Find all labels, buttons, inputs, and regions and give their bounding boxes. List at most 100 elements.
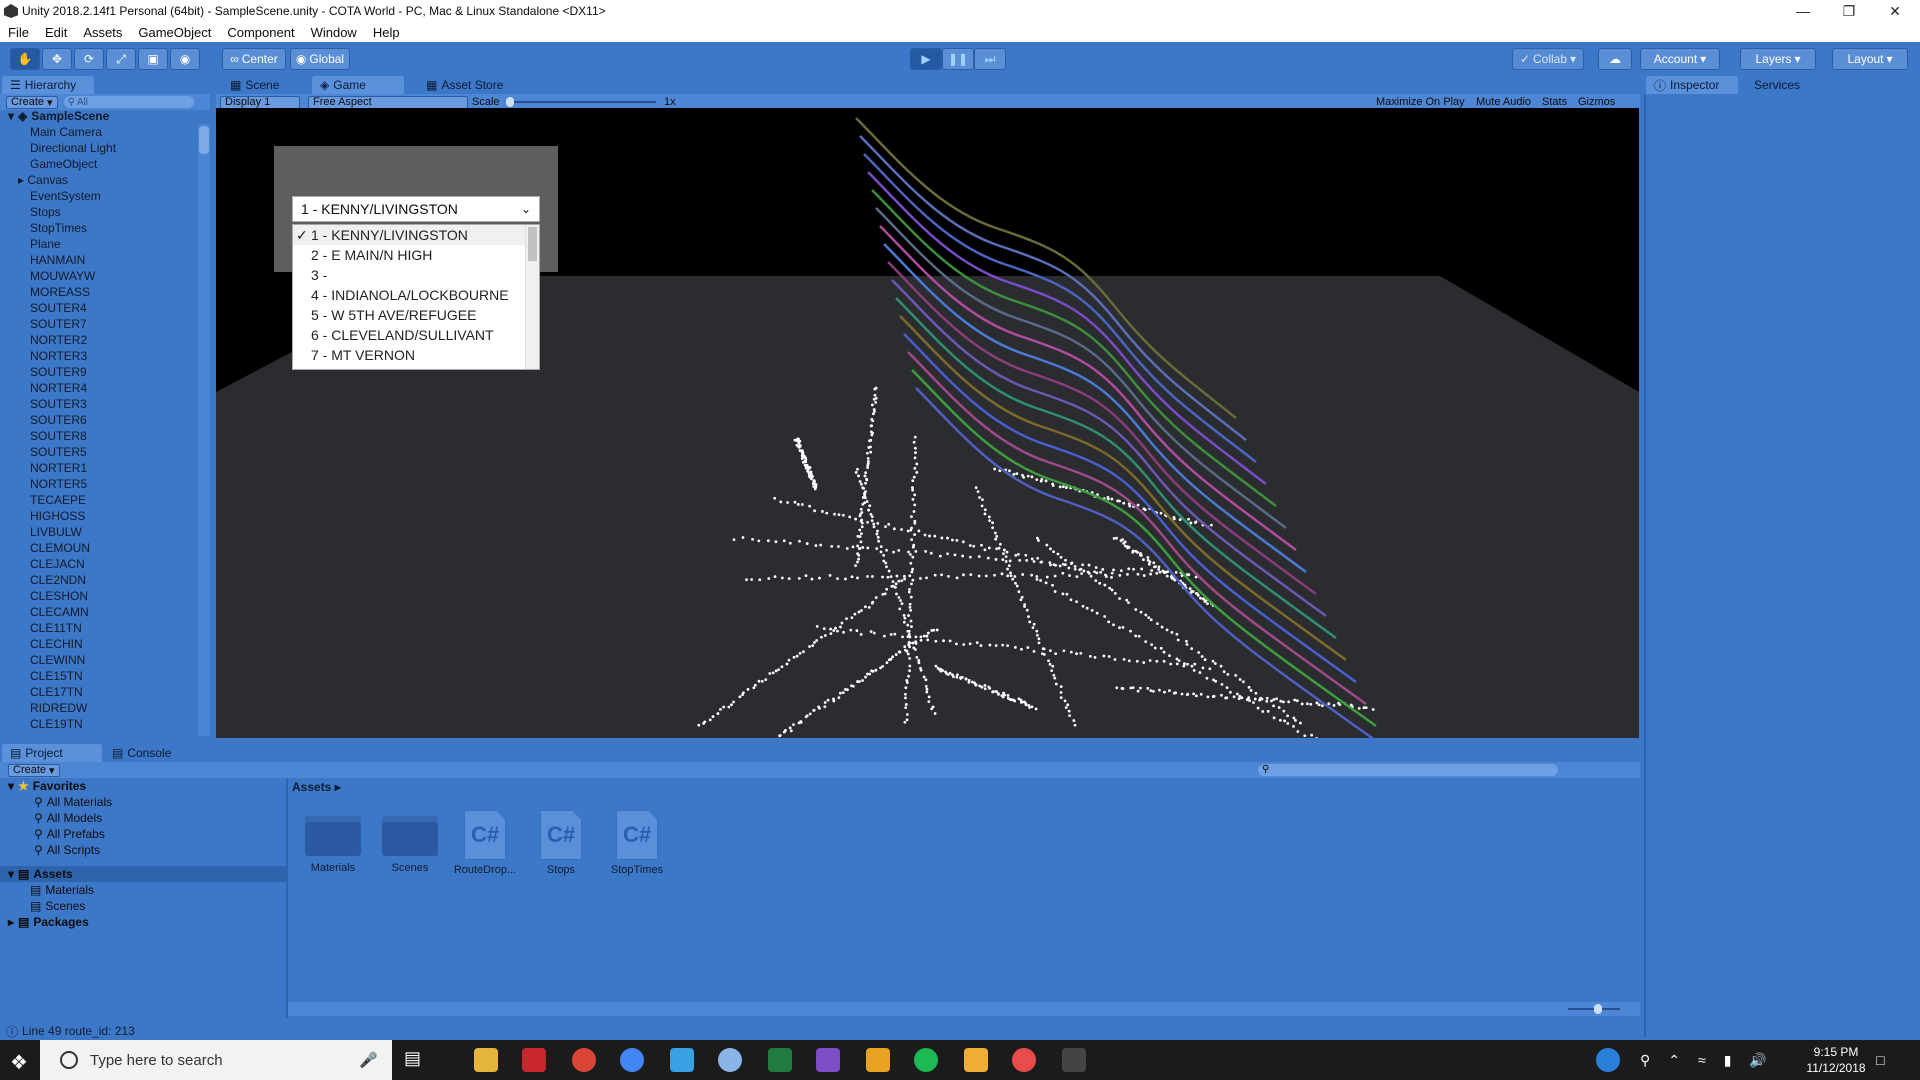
- hierarchy-item[interactable]: SOUTER8: [0, 428, 200, 444]
- maximize-button[interactable]: ❐: [1826, 0, 1872, 22]
- menu-gameobject[interactable]: GameObject: [130, 25, 219, 40]
- tab-services[interactable]: Services: [1746, 76, 1808, 94]
- scale-tool-button[interactable]: ⤢: [106, 48, 136, 70]
- taskbar-search-box[interactable]: Type here to search 🎤: [40, 1040, 392, 1080]
- pivot-global-toggle[interactable]: ◉ Global: [290, 48, 350, 70]
- tab-hierarchy[interactable]: ☰ Hierarchy: [2, 76, 94, 94]
- gizmos-dropdown[interactable]: Gizmos: [1578, 96, 1615, 108]
- hierarchy-item[interactable]: Plane: [0, 236, 200, 252]
- wifi-icon[interactable]: ≈: [1698, 1052, 1706, 1069]
- triangle-right-icon[interactable]: ▸: [18, 173, 27, 187]
- menu-component[interactable]: Component: [219, 25, 302, 40]
- asset-folder-row[interactable]: ▤ Scenes: [0, 898, 286, 914]
- breadcrumb[interactable]: Assets ▸: [292, 780, 341, 794]
- hierarchy-item[interactable]: SOUTER4: [0, 300, 200, 316]
- menu-window[interactable]: Window: [303, 25, 365, 40]
- chevron-up-icon[interactable]: ⌃: [1668, 1052, 1680, 1069]
- scale-slider[interactable]: [506, 97, 656, 107]
- asset-item[interactable]: Materials: [298, 816, 368, 874]
- icon-size-slider[interactable]: [1568, 1004, 1620, 1014]
- hierarchy-item[interactable]: SOUTER6: [0, 412, 200, 428]
- windows-start-button[interactable]: ❖: [10, 1050, 28, 1075]
- excel-icon[interactable]: [768, 1048, 792, 1072]
- sourcetree-icon[interactable]: [964, 1048, 988, 1072]
- hierarchy-item[interactable]: RIDREDW: [0, 700, 200, 716]
- menu-edit[interactable]: Edit: [37, 25, 75, 40]
- hierarchy-item[interactable]: CLE2NDN: [0, 572, 200, 588]
- hierarchy-item[interactable]: CLE19TN: [0, 716, 200, 732]
- asset-item[interactable]: C# RouteDrop...: [450, 810, 520, 876]
- hierarchy-item[interactable]: NORTER3: [0, 348, 200, 364]
- favorite-item[interactable]: ⚲ All Scripts: [0, 842, 286, 858]
- hierarchy-item[interactable]: NORTER4: [0, 380, 200, 396]
- hierarchy-item[interactable]: NORTER1: [0, 460, 200, 476]
- minimize-button[interactable]: —: [1780, 0, 1826, 22]
- visual-studio-icon[interactable]: [816, 1048, 840, 1072]
- hand-tool-button[interactable]: ✋: [10, 48, 40, 70]
- hierarchy-item[interactable]: Main Camera: [0, 124, 200, 140]
- hierarchy-item[interactable]: CLEJACN: [0, 556, 200, 572]
- app-orange-icon[interactable]: [866, 1048, 890, 1072]
- spotify-icon[interactable]: [914, 1048, 938, 1072]
- icon-size-slider-thumb[interactable]: [1594, 1004, 1602, 1014]
- project-create-button[interactable]: Create ▾: [8, 763, 60, 777]
- task-view-icon[interactable]: ▤: [404, 1048, 428, 1072]
- hierarchy-item[interactable]: GameObject: [0, 156, 200, 172]
- route-option[interactable]: ✓ 1 - KENNY/LIVINGSTON: [293, 225, 539, 245]
- hierarchy-item[interactable]: Directional Light: [0, 140, 200, 156]
- hierarchy-item[interactable]: CLE15TN: [0, 668, 200, 684]
- route-option[interactable]: 6 - CLEVELAND/SULLIVANT: [293, 325, 539, 345]
- favorite-item[interactable]: ⚲ All Prefabs: [0, 826, 286, 842]
- play-button[interactable]: ▶: [910, 48, 942, 70]
- tab-game[interactable]: ◈ Game: [312, 76, 404, 94]
- layout-dropdown[interactable]: Layout ▾: [1832, 48, 1908, 70]
- hierarchy-item[interactable]: CLESHON: [0, 588, 200, 604]
- step-button[interactable]: ⏭: [974, 48, 1006, 70]
- file-explorer-icon[interactable]: [474, 1048, 498, 1072]
- asset-item[interactable]: C# StopTimes: [602, 810, 672, 876]
- hierarchy-item[interactable]: HANMAIN: [0, 252, 200, 268]
- asset-item[interactable]: Scenes: [375, 816, 445, 874]
- help-tray-icon[interactable]: [1596, 1048, 1620, 1072]
- app-bird-icon[interactable]: [718, 1048, 742, 1072]
- hierarchy-item[interactable]: NORTER5: [0, 476, 200, 492]
- aspect-dropdown[interactable]: Free Aspect: [308, 95, 468, 109]
- unity-taskbar-icon[interactable]: [1062, 1048, 1086, 1072]
- account-dropdown[interactable]: Account ▾: [1640, 48, 1720, 70]
- app-red-icon[interactable]: [522, 1048, 546, 1072]
- route-option[interactable]: 3 -: [293, 265, 539, 285]
- battery-icon[interactable]: ▮: [1724, 1052, 1732, 1069]
- menu-file[interactable]: File: [0, 25, 37, 40]
- tab-inspector[interactable]: ⓘ Inspector: [1646, 76, 1738, 94]
- favorite-item[interactable]: ⚲ All Models: [0, 810, 286, 826]
- pause-button[interactable]: ❚❚: [942, 48, 974, 70]
- hierarchy-item[interactable]: HIGHOSS: [0, 508, 200, 524]
- dropdown-scrollbar-thumb[interactable]: [528, 227, 537, 261]
- hierarchy-item[interactable]: SOUTER3: [0, 396, 200, 412]
- favorites-row[interactable]: ▾ ★ Favorites: [0, 778, 286, 794]
- route-option[interactable]: 5 - W 5TH AVE/REFUGEE: [293, 305, 539, 325]
- dropdown-scrollbar[interactable]: [525, 225, 539, 369]
- remote-desktop-icon[interactable]: [670, 1048, 694, 1072]
- people-icon[interactable]: ⚲: [1640, 1052, 1650, 1069]
- tab-scene[interactable]: ▦ Scene: [222, 76, 287, 94]
- assets-root-row[interactable]: ▾ ▤ Assets: [0, 866, 286, 882]
- layers-dropdown[interactable]: Layers ▾: [1740, 48, 1816, 70]
- hierarchy-item[interactable]: Stops: [0, 204, 200, 220]
- rotate-tool-button[interactable]: ⟳: [74, 48, 104, 70]
- route-dropdown[interactable]: 1 - KENNY/LIVINGSTON ⌄: [292, 196, 540, 222]
- scrollbar-thumb[interactable]: [199, 126, 209, 154]
- hierarchy-item[interactable]: CLEMOUN: [0, 540, 200, 556]
- stats-toggle[interactable]: Stats: [1542, 96, 1567, 108]
- asset-item[interactable]: C# Stops: [526, 810, 596, 876]
- hierarchy-item[interactable]: CLECAMN: [0, 604, 200, 620]
- menu-assets[interactable]: Assets: [75, 25, 130, 40]
- collab-button[interactable]: ✓ Collab ▾: [1512, 48, 1584, 70]
- hierarchy-item[interactable]: CLE17TN: [0, 684, 200, 700]
- mute-audio-toggle[interactable]: Mute Audio: [1476, 96, 1531, 108]
- hierarchy-item[interactable]: StopTimes: [0, 220, 200, 236]
- close-button[interactable]: ✕: [1872, 0, 1918, 22]
- hierarchy-item[interactable]: SOUTER9: [0, 364, 200, 380]
- transform-tool-button[interactable]: ◉: [170, 48, 200, 70]
- hierarchy-item[interactable]: MOUWAYW: [0, 268, 200, 284]
